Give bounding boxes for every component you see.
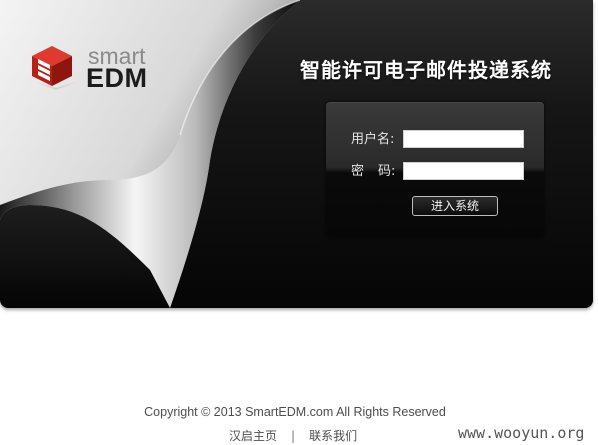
header-banner: smart EDM 智能许可电子邮件投递系统 用户名: 密码: 进入系统 <box>0 0 593 308</box>
password-row: 密码: <box>326 162 544 182</box>
password-input[interactable] <box>403 162 524 180</box>
copyright-text: Copyright © 2013 SmartEDM.com All Rights… <box>144 405 446 419</box>
system-title: 智能许可电子邮件投递系统 <box>300 58 552 82</box>
login-submit-button[interactable]: 进入系统 <box>412 196 498 216</box>
logo-mark-icon <box>32 46 76 90</box>
logo-text-edm: EDM <box>86 63 148 93</box>
smartedm-logo: smart EDM <box>30 42 170 98</box>
password-label-part1: 密 <box>351 164 365 179</box>
footer-separator: | <box>291 429 296 443</box>
watermark-text: www.wooyun.org <box>458 424 585 442</box>
password-label-part2: 码: <box>378 164 396 179</box>
footer-link-home[interactable]: 汉启主页 <box>229 429 277 443</box>
username-row: 用户名: <box>326 130 544 150</box>
password-label: 密码: <box>351 163 395 181</box>
login-page: smart EDM 智能许可电子邮件投递系统 用户名: 密码: 进入系统 Cop… <box>0 0 598 445</box>
username-input[interactable] <box>403 130 524 148</box>
footer-link-contact[interactable]: 联系我们 <box>309 429 357 443</box>
login-panel: 用户名: 密码: 进入系统 <box>326 102 544 238</box>
username-label: 用户名: <box>351 132 395 147</box>
footer-links: 汉启主页 | 联系我们 <box>229 427 357 444</box>
